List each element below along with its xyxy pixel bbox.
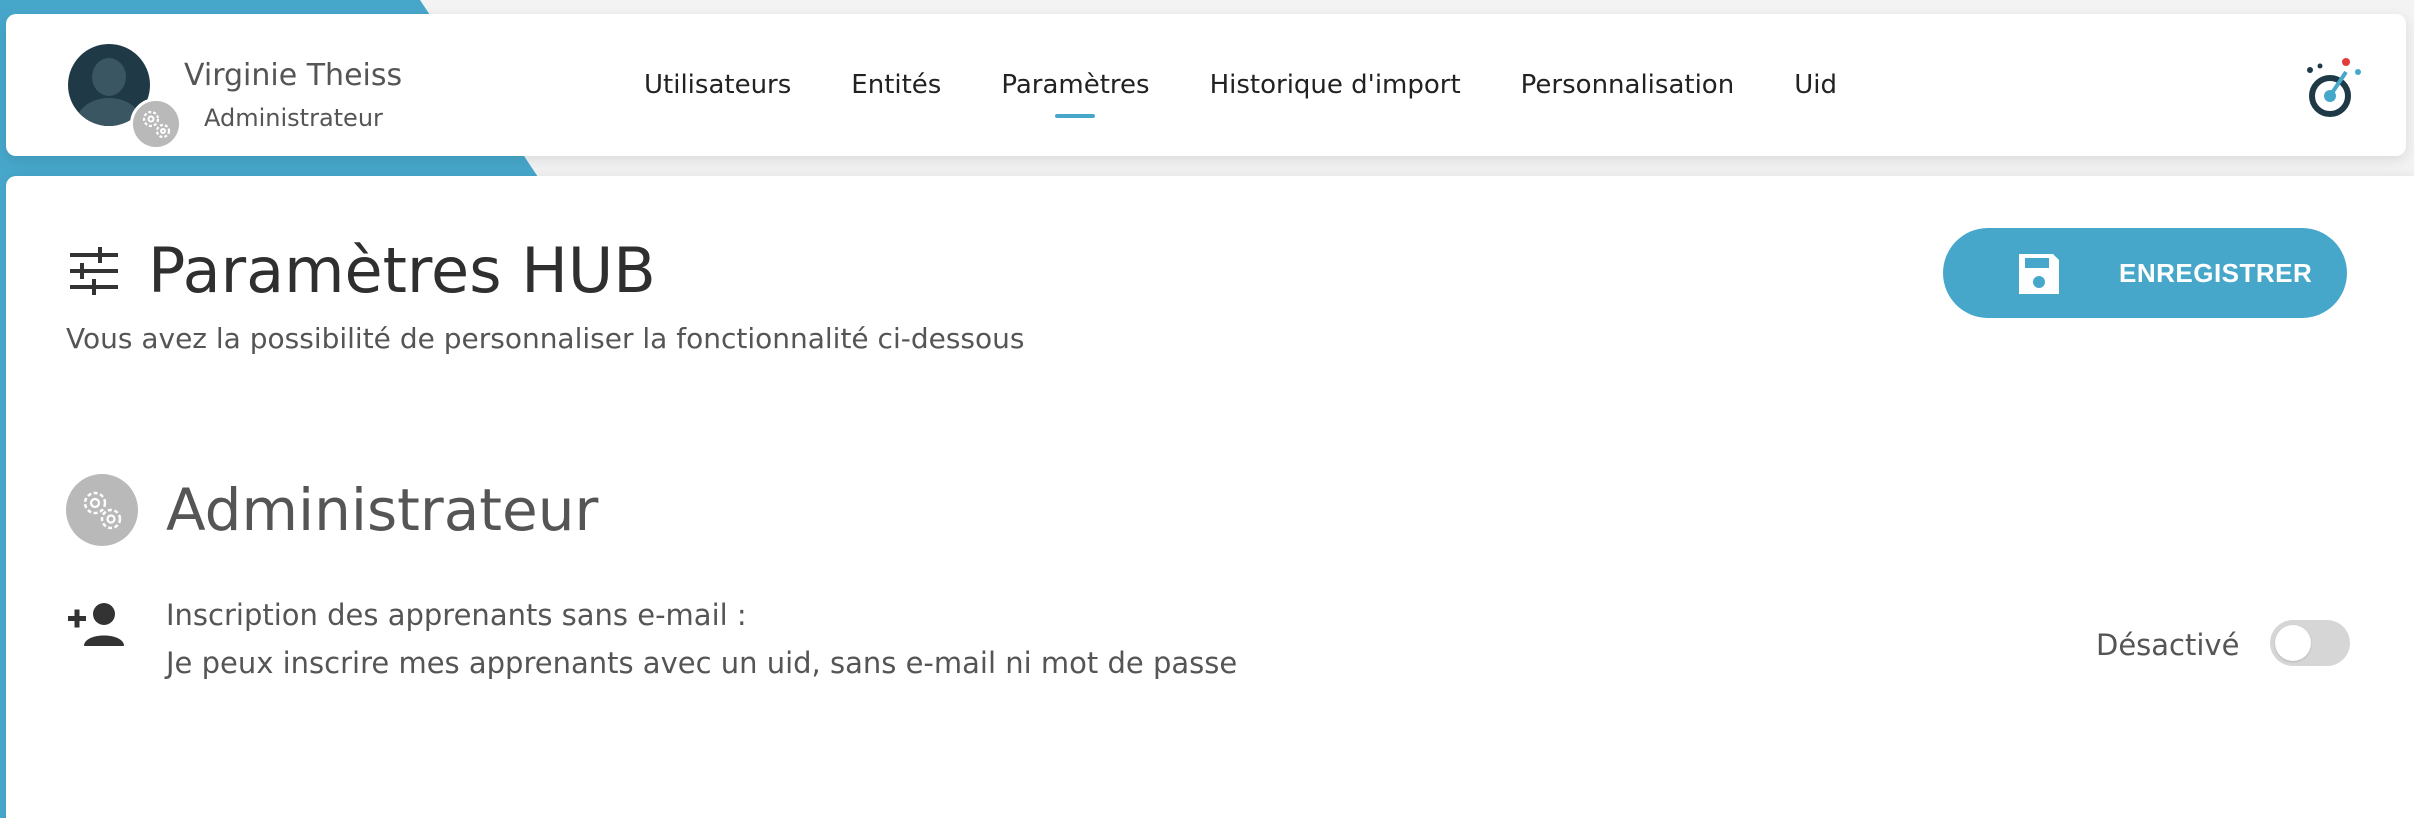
nav-item-parametres[interactable]: Paramètres bbox=[1001, 14, 1149, 156]
user-name: Virginie Theiss bbox=[184, 58, 403, 93]
user-role: Administrateur bbox=[204, 104, 383, 132]
setting-description: Je peux inscrire mes apprenants avec un … bbox=[166, 646, 1238, 680]
person-add-icon bbox=[66, 600, 128, 650]
no-email-registration-toggle[interactable] bbox=[2270, 620, 2350, 666]
sliders-icon bbox=[68, 245, 120, 297]
toggle-status-label: Désactivé bbox=[2096, 628, 2240, 662]
page: Virginie Theiss Administrateur Utilisate… bbox=[0, 0, 2414, 818]
page-subtitle: Vous avez la possibilité de personnalise… bbox=[66, 322, 1025, 355]
main-nav: Utilisateurs Entités Paramètres Historiq… bbox=[644, 14, 1897, 156]
target-logo-icon[interactable] bbox=[2306, 56, 2362, 120]
floppy-disk-icon bbox=[2015, 250, 2063, 298]
toggle-knob[interactable] bbox=[2275, 625, 2311, 661]
avatar-head bbox=[92, 58, 126, 96]
save-button[interactable]: ENREGISTRER bbox=[1943, 228, 2347, 318]
page-title: Paramètres HUB bbox=[148, 234, 656, 307]
section-header-administrateur: Administrateur bbox=[66, 474, 598, 546]
settings-card: Paramètres HUB Vous avez la possibilité … bbox=[6, 176, 2414, 818]
section-title: Administrateur bbox=[166, 476, 599, 544]
nav-item-personnalisation[interactable]: Personnalisation bbox=[1521, 14, 1735, 156]
nav-item-historique-import[interactable]: Historique d'import bbox=[1210, 14, 1461, 156]
top-header: Virginie Theiss Administrateur Utilisate… bbox=[6, 14, 2406, 156]
gears-icon bbox=[66, 474, 138, 546]
nav-item-uid[interactable]: Uid bbox=[1794, 14, 1837, 156]
nav-item-utilisateurs[interactable]: Utilisateurs bbox=[644, 14, 791, 156]
nav-item-entites[interactable]: Entités bbox=[851, 14, 941, 156]
setting-label: Inscription des apprenants sans e-mail : bbox=[166, 598, 747, 632]
save-button-label: ENREGISTRER bbox=[2119, 258, 2313, 288]
gears-icon bbox=[130, 98, 182, 150]
page-title-row: Paramètres HUB bbox=[68, 234, 656, 307]
user-profile[interactable]: Virginie Theiss Administrateur bbox=[68, 44, 428, 150]
